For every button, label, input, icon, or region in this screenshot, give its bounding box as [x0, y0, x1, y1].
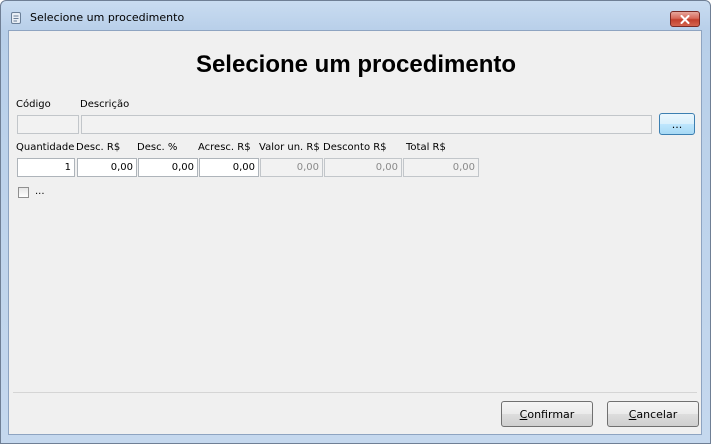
document-icon: [11, 12, 21, 24]
desc-pct-label: Desc. %: [137, 142, 178, 153]
quantidade-label: Quantidade: [16, 142, 75, 153]
desconto-rs-label: Desconto R$: [323, 142, 387, 153]
valor-un-label: Valor un. R$: [259, 142, 320, 153]
close-button[interactable]: [670, 11, 700, 27]
checkbox-label: ...: [35, 186, 45, 197]
desc-rs-label: Desc. R$: [76, 142, 121, 153]
window-title: Selecione um procedimento: [30, 11, 185, 24]
desc-rs-input[interactable]: 0,00: [77, 158, 137, 177]
cancel-button[interactable]: Cancelar: [607, 401, 699, 427]
descricao-label: Descrição: [80, 99, 130, 110]
cancel-label: ancelar: [636, 407, 678, 421]
confirm-button[interactable]: Confirmar: [501, 401, 593, 427]
valor-un-field: 0,00: [260, 158, 323, 177]
dialog-window: Selecione um procedimento Selecione um p…: [0, 0, 711, 444]
quantidade-input[interactable]: 1: [17, 158, 75, 177]
total-rs-label: Total R$: [406, 142, 446, 153]
codigo-label: Código: [16, 99, 51, 110]
desc-pct-input[interactable]: 0,00: [138, 158, 198, 177]
option-checkbox[interactable]: [18, 187, 29, 198]
total-rs-field: 0,00: [403, 158, 479, 177]
dialog-content: Selecione um procedimento Código Descriç…: [8, 30, 702, 435]
footer-divider: [13, 392, 697, 393]
codigo-field[interactable]: [17, 115, 79, 134]
descricao-field[interactable]: [81, 115, 652, 134]
browse-button[interactable]: ...: [659, 113, 695, 135]
acresc-rs-input[interactable]: 0,00: [199, 158, 259, 177]
page-title: Selecione um procedimento: [195, 51, 517, 78]
close-icon: [680, 14, 690, 24]
desconto-rs-field: 0,00: [324, 158, 402, 177]
confirm-label: onfirmar: [527, 407, 575, 421]
acresc-rs-label: Acresc. R$: [198, 142, 251, 153]
title-bar[interactable]: Selecione um procedimento: [1, 1, 710, 31]
